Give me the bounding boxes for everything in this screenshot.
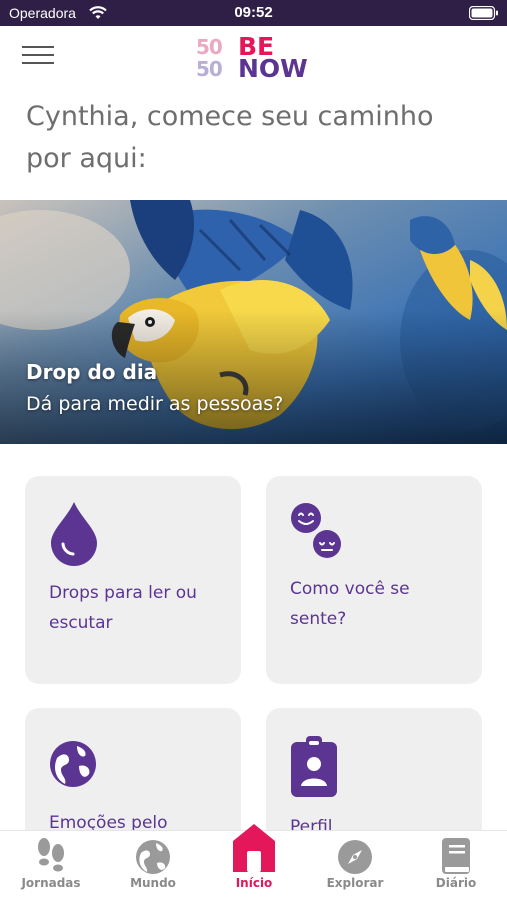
clock: 09:52 [234,4,273,21]
card-feelings[interactable]: Como você se sente? [266,476,482,684]
book-icon [441,837,471,879]
bottom-tab-bar: Jornadas Mundo Início Explorar Diário [0,824,507,900]
footprints-icon [35,837,67,877]
badge-profile-icon [290,734,338,802]
hero-title: Drop do dia [26,360,158,384]
tab-diario[interactable]: Diário [406,831,506,900]
app-logo: 50 50 BE NOW [196,34,316,83]
tab-mundo[interactable]: Mundo [103,831,203,900]
card-emotions-world[interactable]: Emoções pelo [25,708,241,848]
battery-icon [468,5,499,24]
menu-line-icon [22,46,54,48]
tab-label: Explorar [326,876,384,890]
tab-explorar[interactable]: Explorar [305,831,405,900]
card-label: Como você se sente? [290,579,410,629]
card-profile[interactable]: Perfil [266,708,482,848]
tab-label: Início [235,876,273,890]
tab-jornadas[interactable]: Jornadas [1,831,101,900]
tab-inicio[interactable]: Início [204,824,304,900]
page-title: Cynthia, comece seu caminho por aqui: [26,101,434,174]
hero-subtitle: Dá para medir as pessoas? [26,393,284,415]
tab-label: Diário [435,876,477,890]
compass-icon [337,839,373,879]
tab-label: Mundo [130,876,176,890]
logo-number-top: 50 [196,35,223,59]
globe-icon [49,740,97,792]
globe-icon [135,839,171,879]
tab-label: Jornadas [21,876,81,890]
card-label: Drops para ler ou escutar [49,583,197,633]
card-drops[interactable]: Drops para ler ou escutar [25,476,241,684]
drop-icon [49,500,99,570]
hamburger-menu-button[interactable] [22,46,58,72]
logo-word-bottom: NOW [238,54,308,83]
logo-number-bottom: 50 [196,57,223,81]
menu-line-icon [22,62,54,64]
emotions-faces-icon [290,502,346,564]
menu-line-icon [22,54,54,56]
status-bar: Operadora 09:52 [0,0,507,26]
app-header: 50 50 BE NOW [0,26,507,96]
home-icon [232,823,276,877]
